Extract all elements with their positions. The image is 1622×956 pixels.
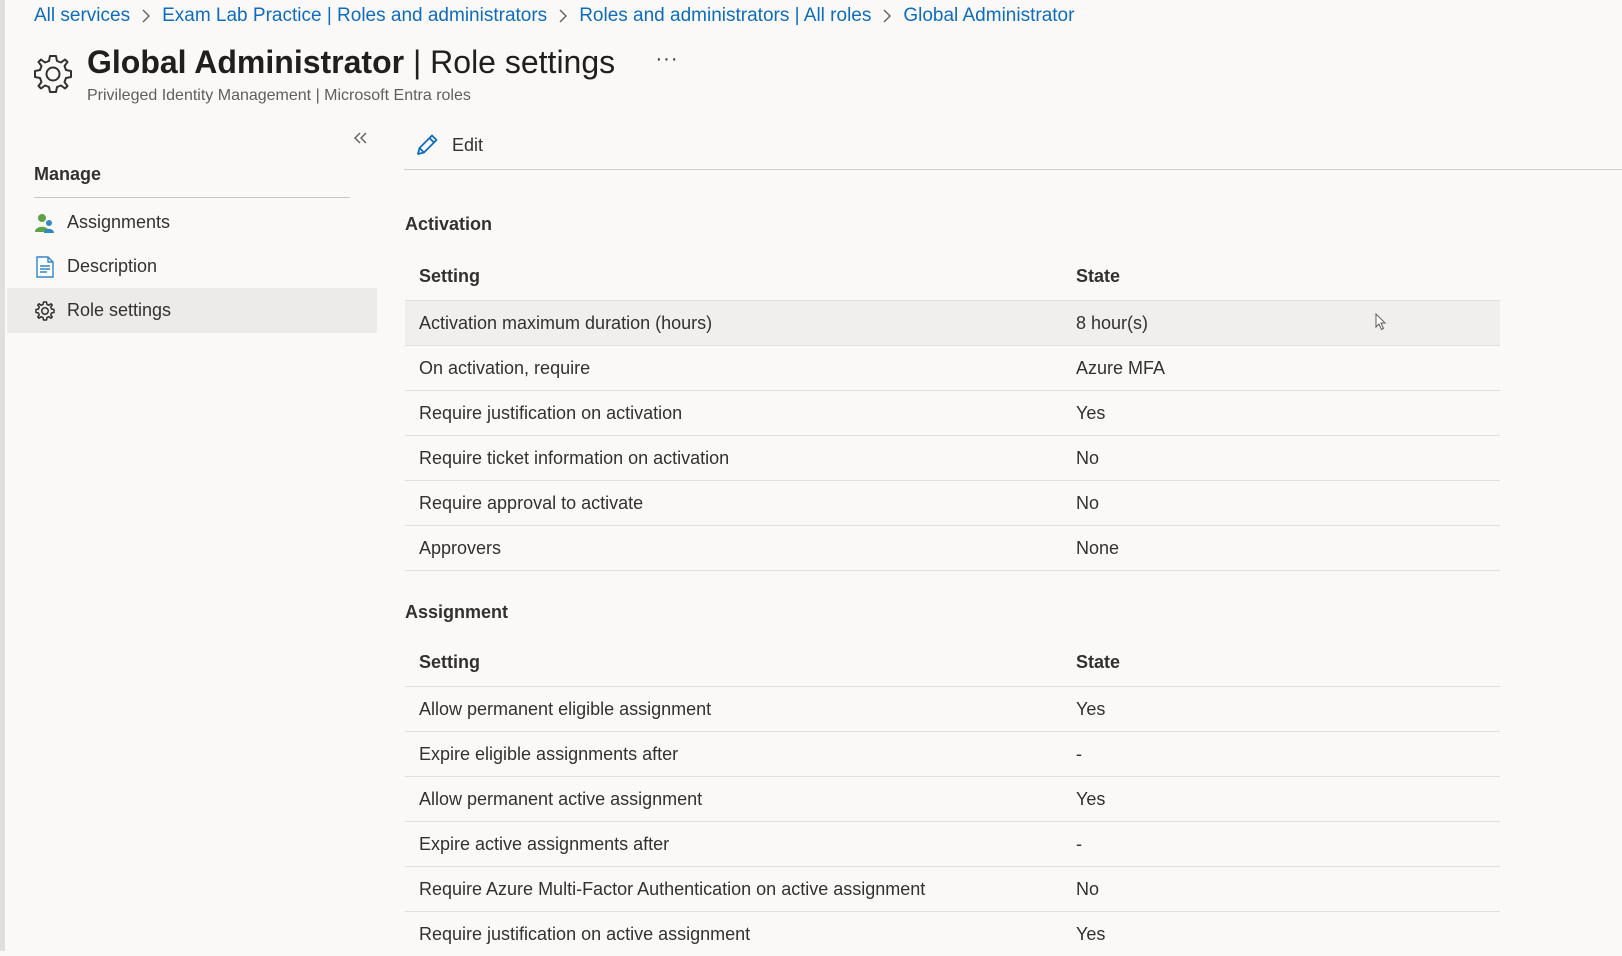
sidebar-divider xyxy=(34,197,350,198)
setting-name: Require justification on active assignme… xyxy=(419,923,751,944)
table-row[interactable]: Allow permanent active assignment Yes xyxy=(405,776,1500,821)
mouse-pointer-icon xyxy=(1374,312,1388,331)
setting-state: Yes xyxy=(1076,402,1106,423)
users-icon xyxy=(33,211,57,235)
setting-name: Require justification on activation xyxy=(419,402,683,423)
activation-table: Setting State Activation maximum duratio… xyxy=(405,252,1500,571)
table-row[interactable]: Require Azure Multi-Factor Authenticatio… xyxy=(405,866,1500,911)
column-header-setting: Setting xyxy=(419,651,480,672)
sidebar-item-label: Description xyxy=(67,256,158,276)
setting-state: None xyxy=(1076,537,1120,558)
table-divider xyxy=(405,570,1500,571)
toolbar-divider xyxy=(404,169,1622,170)
page-title: Global Administrator | Role settings xyxy=(87,42,615,82)
sidebar-item-label: Role settings xyxy=(67,300,172,320)
setting-name: Allow permanent active assignment xyxy=(419,788,703,809)
table-row[interactable]: Activation maximum duration (hours) 8 ho… xyxy=(405,300,1500,345)
chevron-right-icon xyxy=(130,9,162,23)
section-title-assignment: Assignment xyxy=(405,602,509,622)
chevron-right-icon xyxy=(871,9,903,23)
pencil-icon xyxy=(414,132,440,158)
setting-name: On activation, require xyxy=(419,357,591,378)
document-icon xyxy=(33,255,57,279)
column-header-state: State xyxy=(1076,265,1121,286)
setting-state: Azure MFA xyxy=(1076,357,1166,378)
table-row[interactable]: Require approval to activate No xyxy=(405,480,1500,525)
setting-name: Expire eligible assignments after xyxy=(419,743,679,764)
table-row[interactable]: Require justification on activation Yes xyxy=(405,390,1500,435)
breadcrumb-global-administrator[interactable]: Global Administrator xyxy=(903,5,1074,27)
table-row[interactable]: On activation, require Azure MFA xyxy=(405,345,1500,390)
setting-state: Yes xyxy=(1076,698,1106,719)
breadcrumb: All services Exam Lab Practice | Roles a… xyxy=(34,3,1074,29)
table-row[interactable]: Expire active assignments after - xyxy=(405,821,1500,866)
breadcrumb-all-roles[interactable]: Roles and administrators | All roles xyxy=(579,5,871,27)
gear-icon xyxy=(33,299,57,323)
setting-state: No xyxy=(1076,492,1100,513)
sidebar-item-description[interactable]: Description xyxy=(7,244,377,289)
table-header: Setting State xyxy=(405,252,1500,300)
table-row[interactable]: Allow permanent eligible assignment Yes xyxy=(405,686,1500,731)
page-subtitle: Privileged Identity Management | Microso… xyxy=(87,87,471,104)
page-title-role: Global Administrator xyxy=(87,44,405,80)
double-chevron-left-icon[interactable] xyxy=(350,127,372,149)
column-header-setting: Setting xyxy=(419,265,480,286)
table-row[interactable]: Require ticket information on activation… xyxy=(405,435,1500,480)
setting-name: Require ticket information on activation xyxy=(419,447,730,468)
setting-name: Activation maximum duration (hours) xyxy=(419,312,713,333)
more-options-button[interactable]: ··· xyxy=(655,49,679,74)
setting-name: Expire active assignments after xyxy=(419,833,670,854)
breadcrumb-all-services[interactable]: All services xyxy=(34,5,130,27)
setting-state: No xyxy=(1076,447,1100,468)
sidebar-heading: Manage xyxy=(34,164,102,184)
assignment-table: Setting State Allow permanent eligible a… xyxy=(405,638,1500,956)
setting-name: Require approval to activate xyxy=(419,492,644,513)
gear-icon xyxy=(31,52,75,96)
table-header: Setting State xyxy=(405,638,1500,686)
setting-state: - xyxy=(1076,833,1082,854)
section-title-activation: Activation xyxy=(405,214,493,234)
setting-state: Yes xyxy=(1076,923,1106,944)
breadcrumb-exam-lab-roles[interactable]: Exam Lab Practice | Roles and administra… xyxy=(162,5,547,27)
edit-button[interactable]: Edit xyxy=(414,128,483,162)
sidebar-item-assignments[interactable]: Assignments xyxy=(7,200,377,245)
left-rail xyxy=(0,0,5,951)
setting-state: No xyxy=(1076,878,1100,899)
setting-state: 8 hour(s) xyxy=(1076,312,1149,333)
setting-name: Approvers xyxy=(419,537,502,558)
table-row[interactable]: Require justification on active assignme… xyxy=(405,911,1500,956)
setting-state: - xyxy=(1076,743,1082,764)
setting-state: Yes xyxy=(1076,788,1106,809)
sidebar-item-label: Assignments xyxy=(67,212,171,232)
table-row[interactable]: Expire eligible assignments after - xyxy=(405,731,1500,776)
sidebar-item-role-settings[interactable]: Role settings xyxy=(7,288,377,333)
chevron-right-icon xyxy=(547,9,579,23)
page-title-section: | Role settings xyxy=(404,44,616,80)
setting-name: Require Azure Multi-Factor Authenticatio… xyxy=(419,878,926,899)
table-row[interactable]: Approvers None xyxy=(405,525,1500,570)
edit-label: Edit xyxy=(452,134,484,155)
setting-name: Allow permanent eligible assignment xyxy=(419,698,712,719)
column-header-state: State xyxy=(1076,651,1121,672)
